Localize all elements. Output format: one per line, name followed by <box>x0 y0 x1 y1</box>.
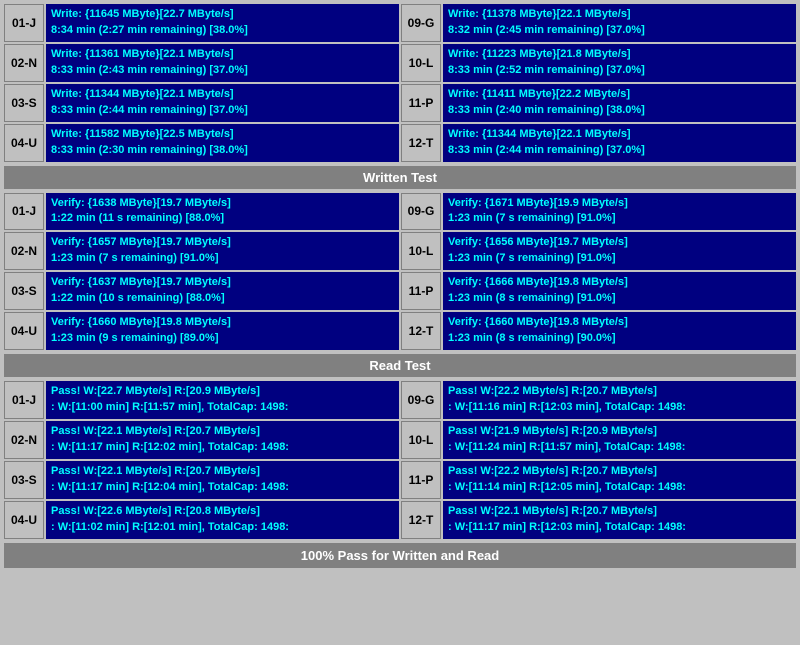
row-id-left: 03-S <box>4 272 44 310</box>
row-id-right: 10-L <box>401 44 441 82</box>
data-cell-right: Pass! W:[22.2 MByte/s] R:[20.7 MByte/s]:… <box>443 381 796 419</box>
data-cell-right: Pass! W:[21.9 MByte/s] R:[20.9 MByte/s]:… <box>443 421 796 459</box>
read-rows: 01-J Pass! W:[22.7 MByte/s] R:[20.9 MByt… <box>4 381 796 539</box>
main-container: 01-J Write: {11645 MByte}[22.7 MByte/s]8… <box>0 0 800 572</box>
table-row: 02-N Verify: {1657 MByte}[19.7 MByte/s]1… <box>4 232 796 270</box>
data-cell-right: Write: {11378 MByte}[22.1 MByte/s]8:32 m… <box>443 4 796 42</box>
row-id-right: 10-L <box>401 421 441 459</box>
table-row: 04-U Pass! W:[22.6 MByte/s] R:[20.8 MByt… <box>4 501 796 539</box>
data-cell-right: Verify: {1666 MByte}[19.8 MByte/s]1:23 m… <box>443 272 796 310</box>
row-id-right: 12-T <box>401 501 441 539</box>
data-cell-left: Pass! W:[22.6 MByte/s] R:[20.8 MByte/s]:… <box>46 501 399 539</box>
table-row: 04-U Verify: {1660 MByte}[19.8 MByte/s]1… <box>4 312 796 350</box>
row-id-left: 01-J <box>4 381 44 419</box>
row-id-left: 02-N <box>4 44 44 82</box>
row-id-right: 12-T <box>401 312 441 350</box>
row-id-right: 09-G <box>401 193 441 231</box>
table-row: 04-U Write: {11582 MByte}[22.5 MByte/s]8… <box>4 124 796 162</box>
data-cell-left: Write: {11344 MByte}[22.1 MByte/s]8:33 m… <box>46 84 399 122</box>
data-cell-right: Write: {11344 MByte}[22.1 MByte/s]8:33 m… <box>443 124 796 162</box>
written-test-header: Written Test <box>4 166 796 189</box>
row-id-right: 10-L <box>401 232 441 270</box>
table-row: 03-S Pass! W:[22.1 MByte/s] R:[20.7 MByt… <box>4 461 796 499</box>
data-cell-left: Verify: {1637 MByte}[19.7 MByte/s]1:22 m… <box>46 272 399 310</box>
table-row: 03-S Write: {11344 MByte}[22.1 MByte/s]8… <box>4 84 796 122</box>
data-cell-left: Write: {11645 MByte}[22.7 MByte/s]8:34 m… <box>46 4 399 42</box>
write-rows: 01-J Write: {11645 MByte}[22.7 MByte/s]8… <box>4 4 796 162</box>
data-cell-left: Verify: {1660 MByte}[19.8 MByte/s]1:23 m… <box>46 312 399 350</box>
table-row: 01-J Verify: {1638 MByte}[19.7 MByte/s]1… <box>4 193 796 231</box>
read-section: 01-J Pass! W:[22.7 MByte/s] R:[20.9 MByt… <box>4 381 796 539</box>
row-id-right: 09-G <box>401 381 441 419</box>
table-row: 03-S Verify: {1637 MByte}[19.7 MByte/s]1… <box>4 272 796 310</box>
row-id-left: 04-U <box>4 124 44 162</box>
row-id-left: 03-S <box>4 461 44 499</box>
data-cell-right: Verify: {1656 MByte}[19.7 MByte/s]1:23 m… <box>443 232 796 270</box>
read-test-header: Read Test <box>4 354 796 377</box>
verify-section: 01-J Verify: {1638 MByte}[19.7 MByte/s]1… <box>4 193 796 351</box>
data-cell-right: Write: {11223 MByte}[21.8 MByte/s]8:33 m… <box>443 44 796 82</box>
data-cell-left: Write: {11582 MByte}[22.5 MByte/s]8:33 m… <box>46 124 399 162</box>
data-cell-right: Pass! W:[22.1 MByte/s] R:[20.7 MByte/s]:… <box>443 501 796 539</box>
data-cell-left: Verify: {1657 MByte}[19.7 MByte/s]1:23 m… <box>46 232 399 270</box>
data-cell-left: Pass! W:[22.1 MByte/s] R:[20.7 MByte/s]:… <box>46 421 399 459</box>
data-cell-left: Pass! W:[22.7 MByte/s] R:[20.9 MByte/s]:… <box>46 381 399 419</box>
bottom-status: 100% Pass for Written and Read <box>4 543 796 568</box>
table-row: 02-N Write: {11361 MByte}[22.1 MByte/s]8… <box>4 44 796 82</box>
row-id-left: 04-U <box>4 312 44 350</box>
row-id-left: 02-N <box>4 232 44 270</box>
row-id-left: 02-N <box>4 421 44 459</box>
row-id-left: 01-J <box>4 4 44 42</box>
table-row: 01-J Write: {11645 MByte}[22.7 MByte/s]8… <box>4 4 796 42</box>
data-cell-left: Verify: {1638 MByte}[19.7 MByte/s]1:22 m… <box>46 193 399 231</box>
data-cell-right: Pass! W:[22.2 MByte/s] R:[20.7 MByte/s]:… <box>443 461 796 499</box>
row-id-left: 03-S <box>4 84 44 122</box>
row-id-right: 09-G <box>401 4 441 42</box>
row-id-right: 11-P <box>401 84 441 122</box>
data-cell-left: Pass! W:[22.1 MByte/s] R:[20.7 MByte/s]:… <box>46 461 399 499</box>
data-cell-right: Write: {11411 MByte}[22.2 MByte/s]8:33 m… <box>443 84 796 122</box>
data-cell-right: Verify: {1671 MByte}[19.9 MByte/s]1:23 m… <box>443 193 796 231</box>
row-id-right: 11-P <box>401 461 441 499</box>
data-cell-right: Verify: {1660 MByte}[19.8 MByte/s]1:23 m… <box>443 312 796 350</box>
row-id-left: 01-J <box>4 193 44 231</box>
table-row: 01-J Pass! W:[22.7 MByte/s] R:[20.9 MByt… <box>4 381 796 419</box>
write-section: 01-J Write: {11645 MByte}[22.7 MByte/s]8… <box>4 4 796 162</box>
verify-rows: 01-J Verify: {1638 MByte}[19.7 MByte/s]1… <box>4 193 796 351</box>
row-id-right: 11-P <box>401 272 441 310</box>
data-cell-left: Write: {11361 MByte}[22.1 MByte/s]8:33 m… <box>46 44 399 82</box>
table-row: 02-N Pass! W:[22.1 MByte/s] R:[20.7 MByt… <box>4 421 796 459</box>
row-id-right: 12-T <box>401 124 441 162</box>
row-id-left: 04-U <box>4 501 44 539</box>
